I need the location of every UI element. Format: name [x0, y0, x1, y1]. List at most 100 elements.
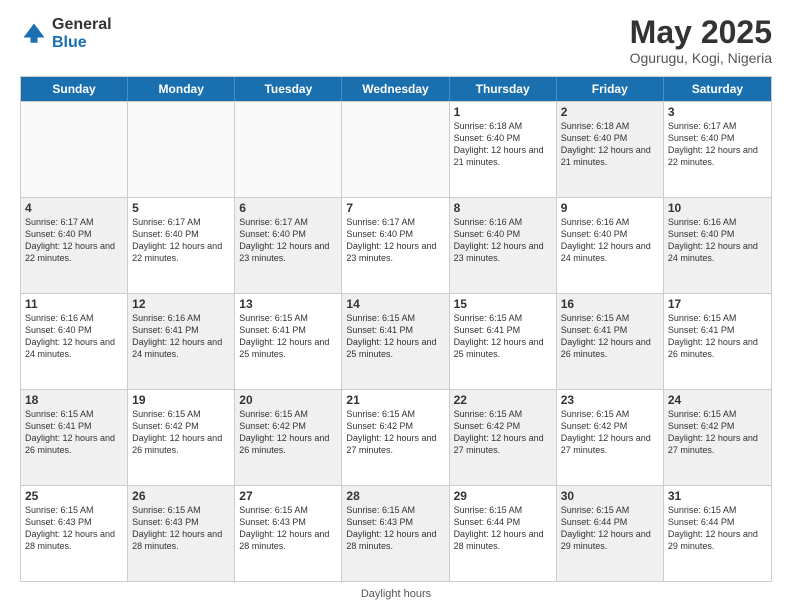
day-number: 30 — [561, 489, 659, 503]
day-info: Sunrise: 6:15 AM Sunset: 6:43 PM Dayligh… — [132, 504, 230, 553]
day-number: 20 — [239, 393, 337, 407]
calendar-cell: 17Sunrise: 6:15 AM Sunset: 6:41 PM Dayli… — [664, 294, 771, 389]
day-info: Sunrise: 6:15 AM Sunset: 6:41 PM Dayligh… — [25, 408, 123, 457]
calendar-cell: 9Sunrise: 6:16 AM Sunset: 6:40 PM Daylig… — [557, 198, 664, 293]
day-info: Sunrise: 6:16 AM Sunset: 6:40 PM Dayligh… — [561, 216, 659, 265]
month-title: May 2025 — [630, 16, 772, 48]
day-number: 22 — [454, 393, 552, 407]
day-info: Sunrise: 6:18 AM Sunset: 6:40 PM Dayligh… — [561, 120, 659, 169]
day-info: Sunrise: 6:15 AM Sunset: 6:42 PM Dayligh… — [239, 408, 337, 457]
calendar-cell — [21, 102, 128, 197]
location: Ogurugu, Kogi, Nigeria — [630, 50, 772, 66]
calendar-cell: 19Sunrise: 6:15 AM Sunset: 6:42 PM Dayli… — [128, 390, 235, 485]
day-info: Sunrise: 6:17 AM Sunset: 6:40 PM Dayligh… — [132, 216, 230, 265]
day-number: 12 — [132, 297, 230, 311]
day-number: 4 — [25, 201, 123, 215]
day-number: 16 — [561, 297, 659, 311]
day-number: 7 — [346, 201, 444, 215]
day-info: Sunrise: 6:16 AM Sunset: 6:40 PM Dayligh… — [454, 216, 552, 265]
day-info: Sunrise: 6:15 AM Sunset: 6:43 PM Dayligh… — [346, 504, 444, 553]
day-number: 31 — [668, 489, 767, 503]
calendar-cell: 2Sunrise: 6:18 AM Sunset: 6:40 PM Daylig… — [557, 102, 664, 197]
day-info: Sunrise: 6:15 AM Sunset: 6:43 PM Dayligh… — [239, 504, 337, 553]
calendar-week-row: 11Sunrise: 6:16 AM Sunset: 6:40 PM Dayli… — [21, 293, 771, 389]
calendar-body: 1Sunrise: 6:18 AM Sunset: 6:40 PM Daylig… — [21, 101, 771, 581]
day-info: Sunrise: 6:15 AM Sunset: 6:42 PM Dayligh… — [132, 408, 230, 457]
calendar-cell: 5Sunrise: 6:17 AM Sunset: 6:40 PM Daylig… — [128, 198, 235, 293]
calendar-cell: 1Sunrise: 6:18 AM Sunset: 6:40 PM Daylig… — [450, 102, 557, 197]
day-info: Sunrise: 6:15 AM Sunset: 6:41 PM Dayligh… — [454, 312, 552, 361]
day-number: 28 — [346, 489, 444, 503]
day-info: Sunrise: 6:17 AM Sunset: 6:40 PM Dayligh… — [25, 216, 123, 265]
logo-blue: Blue — [52, 34, 112, 52]
calendar-cell: 31Sunrise: 6:15 AM Sunset: 6:44 PM Dayli… — [664, 486, 771, 581]
calendar-cell: 3Sunrise: 6:17 AM Sunset: 6:40 PM Daylig… — [664, 102, 771, 197]
calendar-cell — [235, 102, 342, 197]
calendar: SundayMondayTuesdayWednesdayThursdayFrid… — [20, 76, 772, 582]
calendar-cell: 16Sunrise: 6:15 AM Sunset: 6:41 PM Dayli… — [557, 294, 664, 389]
day-number: 10 — [668, 201, 767, 215]
calendar-header-cell: Monday — [128, 77, 235, 101]
calendar-cell: 8Sunrise: 6:16 AM Sunset: 6:40 PM Daylig… — [450, 198, 557, 293]
calendar-cell: 30Sunrise: 6:15 AM Sunset: 6:44 PM Dayli… — [557, 486, 664, 581]
day-info: Sunrise: 6:15 AM Sunset: 6:42 PM Dayligh… — [346, 408, 444, 457]
day-number: 17 — [668, 297, 767, 311]
calendar-cell: 10Sunrise: 6:16 AM Sunset: 6:40 PM Dayli… — [664, 198, 771, 293]
calendar-cell: 6Sunrise: 6:17 AM Sunset: 6:40 PM Daylig… — [235, 198, 342, 293]
day-info: Sunrise: 6:17 AM Sunset: 6:40 PM Dayligh… — [239, 216, 337, 265]
calendar-header-cell: Tuesday — [235, 77, 342, 101]
calendar-header-cell: Wednesday — [342, 77, 449, 101]
day-info: Sunrise: 6:16 AM Sunset: 6:40 PM Dayligh… — [668, 216, 767, 265]
day-info: Sunrise: 6:15 AM Sunset: 6:44 PM Dayligh… — [454, 504, 552, 553]
day-info: Sunrise: 6:15 AM Sunset: 6:42 PM Dayligh… — [454, 408, 552, 457]
day-info: Sunrise: 6:17 AM Sunset: 6:40 PM Dayligh… — [346, 216, 444, 265]
day-number: 29 — [454, 489, 552, 503]
calendar-cell: 20Sunrise: 6:15 AM Sunset: 6:42 PM Dayli… — [235, 390, 342, 485]
day-number: 3 — [668, 105, 767, 119]
day-info: Sunrise: 6:18 AM Sunset: 6:40 PM Dayligh… — [454, 120, 552, 169]
calendar-header-cell: Friday — [557, 77, 664, 101]
calendar-cell: 28Sunrise: 6:15 AM Sunset: 6:43 PM Dayli… — [342, 486, 449, 581]
day-number: 8 — [454, 201, 552, 215]
day-number: 9 — [561, 201, 659, 215]
day-number: 23 — [561, 393, 659, 407]
calendar-week-row: 1Sunrise: 6:18 AM Sunset: 6:40 PM Daylig… — [21, 101, 771, 197]
calendar-cell: 21Sunrise: 6:15 AM Sunset: 6:42 PM Dayli… — [342, 390, 449, 485]
day-number: 14 — [346, 297, 444, 311]
day-number: 2 — [561, 105, 659, 119]
calendar-header-cell: Sunday — [21, 77, 128, 101]
calendar-cell: 7Sunrise: 6:17 AM Sunset: 6:40 PM Daylig… — [342, 198, 449, 293]
page: General Blue May 2025 Ogurugu, Kogi, Nig… — [0, 0, 792, 612]
day-info: Sunrise: 6:15 AM Sunset: 6:43 PM Dayligh… — [25, 504, 123, 553]
calendar-cell: 12Sunrise: 6:16 AM Sunset: 6:41 PM Dayli… — [128, 294, 235, 389]
footer: Daylight hours — [20, 588, 772, 600]
calendar-cell — [128, 102, 235, 197]
day-info: Sunrise: 6:16 AM Sunset: 6:41 PM Dayligh… — [132, 312, 230, 361]
calendar-cell: 27Sunrise: 6:15 AM Sunset: 6:43 PM Dayli… — [235, 486, 342, 581]
day-number: 18 — [25, 393, 123, 407]
calendar-cell: 29Sunrise: 6:15 AM Sunset: 6:44 PM Dayli… — [450, 486, 557, 581]
calendar-cell: 15Sunrise: 6:15 AM Sunset: 6:41 PM Dayli… — [450, 294, 557, 389]
day-number: 5 — [132, 201, 230, 215]
day-info: Sunrise: 6:15 AM Sunset: 6:41 PM Dayligh… — [346, 312, 444, 361]
day-number: 15 — [454, 297, 552, 311]
calendar-cell: 25Sunrise: 6:15 AM Sunset: 6:43 PM Dayli… — [21, 486, 128, 581]
calendar-header-cell: Thursday — [450, 77, 557, 101]
header: General Blue May 2025 Ogurugu, Kogi, Nig… — [20, 16, 772, 66]
day-info: Sunrise: 6:15 AM Sunset: 6:42 PM Dayligh… — [668, 408, 767, 457]
calendar-cell: 4Sunrise: 6:17 AM Sunset: 6:40 PM Daylig… — [21, 198, 128, 293]
logo-general: General — [52, 16, 112, 34]
day-info: Sunrise: 6:15 AM Sunset: 6:41 PM Dayligh… — [561, 312, 659, 361]
calendar-header-cell: Saturday — [664, 77, 771, 101]
day-number: 24 — [668, 393, 767, 407]
calendar-cell — [342, 102, 449, 197]
calendar-cell: 18Sunrise: 6:15 AM Sunset: 6:41 PM Dayli… — [21, 390, 128, 485]
day-number: 11 — [25, 297, 123, 311]
logo-text: General Blue — [52, 16, 112, 51]
day-number: 26 — [132, 489, 230, 503]
day-number: 1 — [454, 105, 552, 119]
day-info: Sunrise: 6:15 AM Sunset: 6:44 PM Dayligh… — [561, 504, 659, 553]
day-info: Sunrise: 6:15 AM Sunset: 6:42 PM Dayligh… — [561, 408, 659, 457]
title-block: May 2025 Ogurugu, Kogi, Nigeria — [630, 16, 772, 66]
day-number: 21 — [346, 393, 444, 407]
